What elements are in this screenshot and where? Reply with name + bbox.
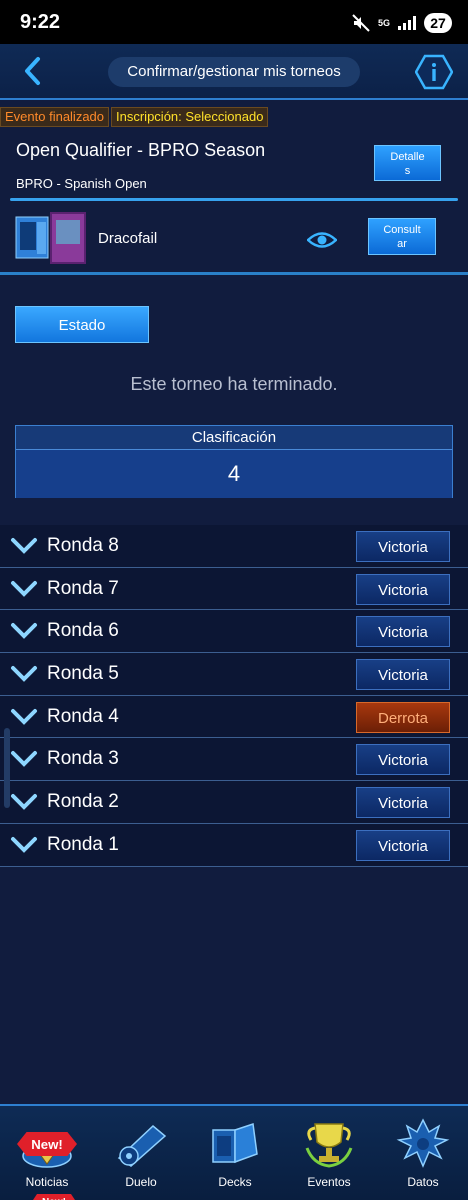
chevron-down-icon	[11, 836, 37, 853]
chevron-down-icon	[11, 666, 37, 682]
round-label: Ronda 4	[47, 705, 119, 727]
round-row[interactable]: Ronda 2 Victoria	[0, 781, 468, 824]
round-row[interactable]: Ronda 1 Victoria	[0, 823, 468, 867]
round-label: Ronda 6	[47, 620, 119, 642]
round-label: Ronda 5	[47, 663, 119, 685]
divider	[10, 198, 458, 201]
details-label-line2: s	[404, 165, 411, 177]
round-result-badge[interactable]: Victoria	[356, 573, 450, 605]
event-subtitle: BPRO - Spanish Open	[16, 176, 147, 191]
inscription-tag: Inscripción: Seleccionado	[111, 107, 269, 127]
ranking-box: Clasificación 4	[15, 425, 453, 498]
nav-events[interactable]: Eventos	[282, 1106, 376, 1200]
status-icons: 5G 27	[352, 12, 452, 34]
network-type: 5G	[377, 17, 390, 28]
round-row[interactable]: Ronda 3 Victoria	[0, 738, 468, 782]
details-button[interactable]: Detalle s	[374, 145, 441, 181]
nav-duel[interactable]: Duelo	[94, 1106, 188, 1200]
info-icon	[414, 54, 454, 90]
nav-data[interactable]: Datos	[376, 1106, 468, 1200]
new-badge: New!	[17, 1132, 77, 1156]
round-label: Ronda 8	[47, 535, 119, 556]
chevron-down-icon	[11, 708, 37, 725]
status-bar: 9:22 5G 27	[0, 0, 468, 44]
round-row[interactable]: Ronda 5 Victoria	[0, 653, 468, 696]
round-result-badge[interactable]: Victoria	[356, 616, 450, 648]
round-result-badge[interactable]: Victoria	[356, 744, 450, 776]
status-time: 9:22	[20, 11, 61, 33]
nav-decks[interactable]: Decks	[188, 1106, 282, 1200]
top-header: Confirmar/gestionar mis torneos	[0, 44, 468, 100]
consult-button[interactable]: Consult ar	[368, 218, 436, 255]
scroll-handle[interactable]	[4, 728, 10, 808]
round-label: Ronda 3	[47, 748, 119, 770]
deck-row: Dracofail Consult ar	[0, 206, 468, 274]
nav-duel-label: Duelo	[125, 1175, 157, 1189]
nav-data-label: Datos	[407, 1175, 439, 1189]
ranking-label: Clasificación	[16, 426, 452, 450]
event-finished-tag: Evento finalizado	[0, 107, 110, 127]
mute-icon	[352, 14, 370, 32]
round-row[interactable]: Ronda 7 Victoria	[0, 567, 468, 611]
round-row[interactable]: Ronda 4 Derrota	[0, 695, 468, 739]
chevron-down-icon	[11, 751, 37, 768]
round-result-badge[interactable]: Victoria	[356, 659, 450, 691]
battery-indicator: 27	[424, 13, 452, 33]
round-result-badge[interactable]: Derrota	[356, 701, 450, 733]
new-badge-text: New!	[31, 1137, 63, 1152]
nav-events-label: Eventos	[307, 1175, 351, 1189]
round-label: Ronda 7	[47, 577, 119, 599]
bottom-navigation: New! Noticias Duelo Decks Eventos Datos	[0, 1104, 468, 1200]
round-result-badge[interactable]: Victoria	[356, 787, 450, 819]
back-button[interactable]	[16, 54, 50, 88]
info-button[interactable]	[414, 54, 454, 90]
eye-icon[interactable]	[306, 230, 338, 250]
details-label-line1: Detalle	[390, 151, 425, 163]
ranking-value: 4	[16, 450, 452, 498]
round-result-badge[interactable]: Victoria	[356, 829, 450, 861]
page-title: Confirmar/gestionar mis torneos	[108, 57, 360, 87]
nav-news-label: Noticias	[25, 1175, 69, 1189]
round-label: Ronda 1	[47, 833, 119, 855]
chevron-down-icon	[11, 580, 37, 597]
deck-box-icon	[15, 214, 49, 260]
duel-disk-icon	[117, 1124, 167, 1167]
tournament-ended-message: Este torneo ha terminado.	[130, 374, 338, 394]
new-badge: New!	[33, 1194, 75, 1200]
chevron-down-icon	[11, 794, 37, 810]
consult-label-line2: ar	[397, 238, 407, 250]
trophy-icon	[305, 1123, 353, 1168]
deck-card-thumbnail	[50, 212, 86, 264]
signal-icon	[398, 16, 416, 30]
chevron-down-icon	[11, 538, 37, 554]
round-row[interactable]: Ronda 8 Victoria	[0, 525, 468, 568]
nav-news[interactable]: New! Noticias	[0, 1106, 94, 1200]
rounds-list: Ronda 8 Victoria Ronda 7 Victoria Ronda …	[0, 525, 468, 867]
round-row[interactable]: Ronda 6 Victoria	[0, 610, 468, 654]
deck-name: Dracofail	[98, 230, 158, 247]
round-result-badge[interactable]: Victoria	[356, 531, 450, 562]
character-icon	[396, 1118, 450, 1168]
consult-label-line1: Consult	[383, 224, 421, 236]
nav-decks-label: Decks	[218, 1175, 252, 1189]
chevron-down-icon	[11, 623, 37, 640]
event-name: Open Qualifier - BPRO Season	[16, 140, 266, 160]
status-button[interactable]: Estado	[15, 306, 149, 343]
event-tags: Evento finalizado Inscripción: Seleccion…	[0, 107, 269, 127]
chevron-left-icon	[25, 57, 40, 85]
decks-icon	[212, 1123, 258, 1164]
round-label: Ronda 2	[47, 791, 119, 813]
divider	[0, 272, 468, 275]
